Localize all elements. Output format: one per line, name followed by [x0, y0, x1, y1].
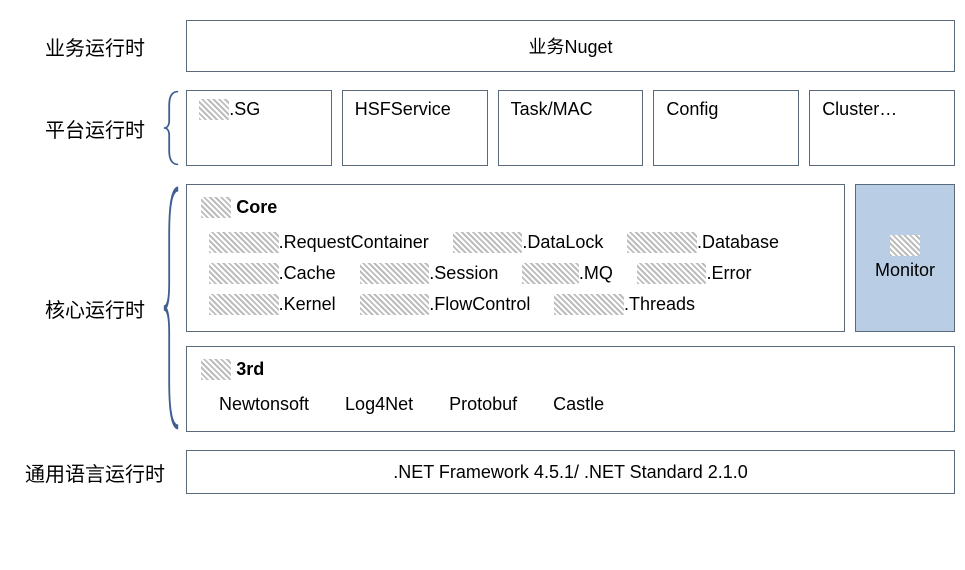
- box-platform-config: Config: [653, 90, 799, 166]
- obscured-prefix: ▓▓: [199, 99, 229, 120]
- row-content: 业务Nuget: [180, 20, 955, 72]
- monitor-label: Monitor: [875, 260, 935, 281]
- label-platform: 平台运行时: [45, 114, 145, 143]
- box-monitor: ▓▓ Monitor: [855, 184, 955, 332]
- core-items: ▓▓▓▓▓.RequestContainer ▓▓▓▓▓.DataLock ▓▓…: [201, 232, 830, 315]
- brd-item-castle: Castle: [553, 394, 604, 415]
- box-3rd: ▓▓ 3rd Newtonsoft Log4Net Protobuf Castl…: [186, 346, 955, 432]
- core-item-session: ▓▓▓▓▓.Session: [360, 263, 499, 284]
- row-label-col: 平台运行时: [10, 90, 180, 166]
- core-item-mq: ▓▓▓▓.MQ: [522, 263, 613, 284]
- obscured-prefix: ▓▓: [201, 197, 231, 218]
- text: .SG: [229, 99, 260, 119]
- obscured-prefix: ▓▓: [201, 359, 231, 380]
- text: 3rd: [231, 359, 264, 379]
- row-platform: 平台运行时 ▓▓.SG HSFService Task/MAC Config C…: [10, 90, 955, 166]
- core-item-requestcontainer: ▓▓▓▓▓.RequestContainer: [209, 232, 429, 253]
- brd-item-protobuf: Protobuf: [449, 394, 517, 415]
- core-top: ▓▓ Core ▓▓▓▓▓.RequestContainer ▓▓▓▓▓.Dat…: [186, 184, 955, 332]
- box-platform-cluster: Cluster…: [809, 90, 955, 166]
- row-content: .NET Framework 4.5.1/ .NET Standard 2.1.…: [180, 450, 955, 494]
- core-item-error: ▓▓▓▓▓.Error: [637, 263, 752, 284]
- core-wrapper: ▓▓ Core ▓▓▓▓▓.RequestContainer ▓▓▓▓▓.Dat…: [180, 184, 955, 432]
- label-core: 核心运行时: [45, 294, 145, 323]
- text: Core: [231, 197, 277, 217]
- core-item-flowcontrol: ▓▓▓▓▓.FlowControl: [360, 294, 531, 315]
- brd-item-newtonsoft: Newtonsoft: [219, 394, 309, 415]
- box-clr: .NET Framework 4.5.1/ .NET Standard 2.1.…: [186, 450, 955, 494]
- core-item-threads: ▓▓▓▓▓.Threads: [554, 294, 695, 315]
- brd-items: Newtonsoft Log4Net Protobuf Castle: [201, 394, 940, 415]
- row-core: 核心运行时 ▓▓ Core ▓▓▓▓▓.RequestContainer ▓▓▓…: [10, 184, 955, 432]
- brace-icon: [162, 184, 180, 432]
- obscured-prefix: ▓▓: [890, 235, 920, 256]
- row-content: ▓▓.SG HSFService Task/MAC Config Cluster…: [180, 90, 955, 166]
- label-business: 业务运行时: [45, 32, 145, 61]
- core-item-cache: ▓▓▓▓▓.Cache: [209, 263, 336, 284]
- brd-title: ▓▓ 3rd: [201, 359, 940, 380]
- row-clr: 通用语言运行时 .NET Framework 4.5.1/ .NET Stand…: [10, 450, 955, 494]
- row-label-col: 通用语言运行时: [10, 450, 180, 494]
- box-platform-task-mac: Task/MAC: [498, 90, 644, 166]
- box-platform-hsfservice: HSFService: [342, 90, 488, 166]
- row-label-col: 业务运行时: [10, 20, 180, 72]
- core-item-kernel: ▓▓▓▓▓.Kernel: [209, 294, 336, 315]
- core-item-database: ▓▓▓▓▓.Database: [627, 232, 779, 253]
- brace-icon: [162, 90, 180, 166]
- label-clr: 通用语言运行时: [25, 458, 165, 487]
- box-platform-sg: ▓▓.SG: [186, 90, 332, 166]
- core-title: ▓▓ Core: [201, 197, 830, 218]
- box-business-nuget: 业务Nuget: [186, 20, 955, 72]
- row-label-col: 核心运行时: [10, 184, 180, 432]
- box-core: ▓▓ Core ▓▓▓▓▓.RequestContainer ▓▓▓▓▓.Dat…: [186, 184, 845, 332]
- brd-item-log4net: Log4Net: [345, 394, 413, 415]
- core-item-datalock: ▓▓▓▓▓.DataLock: [453, 232, 604, 253]
- row-business: 业务运行时 业务Nuget: [10, 20, 955, 72]
